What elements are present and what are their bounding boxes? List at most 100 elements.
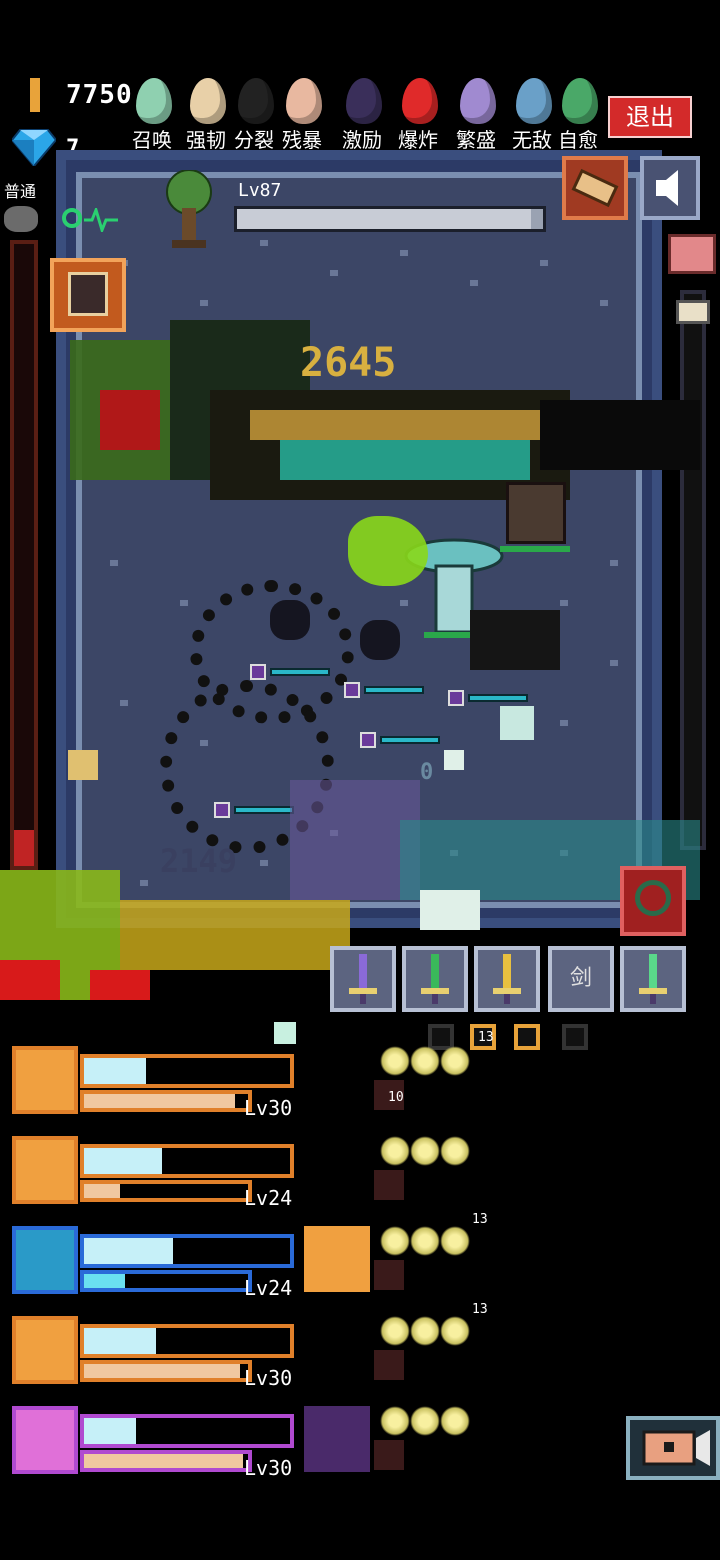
ultimate-skill-icon (304, 1226, 370, 1292)
hero-xp-fill (84, 1364, 240, 1378)
green-sword-icon (421, 954, 449, 1004)
hero-level: Lv30 (244, 1456, 293, 1480)
enemy-status-icon (448, 690, 464, 706)
weapon-slot-green-axe[interactable] (620, 946, 686, 1012)
hero-hp-fill (84, 1148, 163, 1174)
weapon-slot-purple-sword[interactable] (330, 946, 396, 1012)
chest-camera-icon (642, 1430, 710, 1466)
hero-level: Lv24 (244, 1276, 293, 1300)
skill-stack-count: 13 (478, 1030, 494, 1045)
buff-icon (380, 1406, 410, 1436)
damage-number-3: 0 (420, 760, 434, 785)
treasure-chest-icon[interactable] (668, 234, 716, 274)
weapon-slot-holy-sword[interactable] (474, 946, 540, 1012)
hero-row[interactable]: Lv30 (12, 1046, 302, 1124)
buff-icon (440, 1046, 470, 1076)
hero-xp-fill (84, 1274, 125, 1288)
buff-icon (410, 1046, 440, 1076)
camera-chest-button[interactable] (626, 1416, 720, 1480)
buff-icon (440, 1136, 470, 1166)
buff-icon (380, 1316, 410, 1346)
hero-row[interactable]: Lv30 (12, 1316, 302, 1394)
gold-icon (30, 78, 40, 112)
hero-portrait-icon[interactable] (12, 1046, 78, 1114)
passive-skill-icon (374, 1170, 404, 1200)
passive-skill-icon (374, 1260, 404, 1290)
enemy-hp-bar (270, 668, 330, 676)
floor-speck (400, 250, 408, 256)
hero-row[interactable]: Lv30 (12, 1406, 302, 1484)
damage-number-1: 2645 (300, 340, 397, 386)
exit-button[interactable]: 退出 (608, 96, 692, 138)
skill-stack-count: 13 (472, 1302, 488, 1317)
hero-level: Lv30 (244, 1366, 293, 1390)
buff-icon (410, 1226, 440, 1256)
golem-enemy-icon (506, 482, 566, 544)
hero-portrait-icon[interactable] (12, 1406, 78, 1474)
buff-icon (440, 1316, 470, 1346)
summon-button[interactable] (620, 866, 686, 936)
skill-stack-count: 13 (472, 1212, 488, 1227)
scroll-icon (571, 168, 619, 208)
floor-speck (120, 700, 128, 706)
hero-portrait-icon[interactable] (12, 1226, 78, 1294)
weapon-slot-green-sword[interactable] (402, 946, 468, 1012)
buff-icon (410, 1316, 440, 1346)
hero-hp-fill (84, 1418, 136, 1444)
hero-level: Lv24 (244, 1186, 293, 1210)
hero-hp-fill (84, 1058, 146, 1084)
heartbeat-icon (84, 208, 118, 232)
buff-icon (410, 1406, 440, 1436)
gold-count: 7750 (66, 80, 133, 110)
status-icon (62, 208, 82, 228)
enemy-hp-bar (364, 686, 424, 694)
egg-label: 召唤 (132, 128, 172, 152)
passive-skill-icon (374, 1350, 404, 1380)
hero-row[interactable]: Lv24 (12, 1226, 302, 1304)
skill-stack-count: 10 (388, 1090, 404, 1105)
egg-label: 激励 (342, 128, 382, 152)
weapon-slot-label: 剑 (569, 966, 592, 991)
boss-tree-icon (166, 170, 212, 248)
floor-speck (200, 300, 208, 306)
egg-label: 自愈 (558, 128, 598, 152)
hero-level: Lv30 (244, 1096, 293, 1120)
egg-label: 残暴 (282, 128, 322, 152)
diamond-icon (12, 129, 56, 166)
mode-label: 普通 (4, 182, 37, 201)
buff-icon (380, 1226, 410, 1256)
slot-indicator (514, 1024, 540, 1050)
hero-xp-fill (84, 1454, 244, 1468)
floor-speck (470, 280, 478, 286)
hero-portrait-icon[interactable] (12, 1316, 78, 1384)
speaker-icon (656, 170, 678, 206)
buff-icon (410, 1136, 440, 1166)
scroll-button[interactable] (562, 156, 628, 220)
hero-hp-fill (84, 1328, 157, 1354)
floor-speck (610, 660, 618, 666)
slot-indicator (562, 1024, 588, 1050)
floor-speck (110, 560, 118, 566)
floor-speck (610, 560, 618, 566)
egg-label: 繁盛 (456, 128, 496, 152)
sound-button[interactable] (640, 156, 700, 220)
floor-speck (540, 260, 548, 266)
buff-icon (380, 1046, 410, 1076)
enemy-hp-bar (468, 694, 528, 702)
buff-icon (440, 1406, 470, 1436)
weapon-slot-empty-sword-slot[interactable]: 剑 (548, 946, 614, 1012)
hero-xp-fill (84, 1184, 121, 1198)
enemy-status-icon (250, 664, 266, 680)
boss-level: Lv87 (238, 180, 282, 201)
floor-speck (330, 270, 338, 276)
damage-number-2: 2149 (160, 842, 238, 880)
floor-speck (260, 240, 268, 246)
passive-skill-icon (374, 1440, 404, 1470)
hero-hp-fill (84, 1238, 173, 1264)
egg-label: 爆炸 (398, 128, 438, 152)
buff-icon (440, 1226, 470, 1256)
green-axe-icon (639, 954, 667, 1004)
holy-sword-icon (493, 954, 521, 1004)
hero-row[interactable]: Lv24 (12, 1136, 302, 1214)
hero-portrait-icon[interactable] (12, 1136, 78, 1204)
